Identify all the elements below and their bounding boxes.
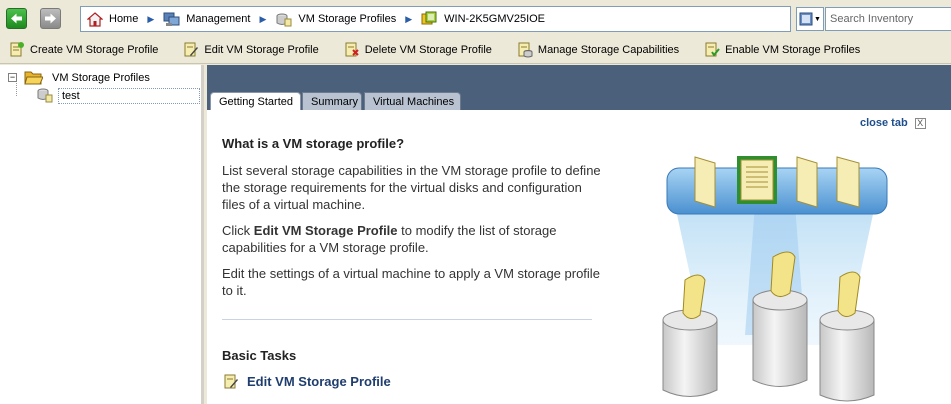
edit-profile-task-link[interactable]: Edit VM Storage Profile [222, 373, 391, 390]
divider [222, 319, 592, 320]
para-text: Click [222, 223, 254, 238]
description-paragraph: Click Edit VM Storage Profile to modify … [222, 222, 602, 256]
search-input[interactable] [825, 7, 951, 31]
create-profile-icon [10, 42, 24, 57]
inventory-search-icon [799, 12, 813, 26]
delete-profile-icon [345, 42, 359, 57]
breadcrumb-label: Home [109, 13, 139, 25]
breadcrumb-label: VM Storage Profiles [298, 13, 397, 25]
basic-tasks-heading: Basic Tasks [222, 348, 297, 363]
tab-summary[interactable]: Summary [302, 92, 362, 110]
toolbar-label: Manage Storage Capabilities [537, 43, 680, 56]
breadcrumb-home[interactable]: Home [87, 11, 139, 27]
chevron-down-icon: ▼ [814, 15, 821, 23]
breadcrumb-server[interactable]: WIN-2K5GMV25IOE [421, 11, 545, 27]
storage-profile-icon [37, 88, 53, 103]
management-icon [163, 12, 180, 26]
close-tab-link[interactable]: close tab X [860, 117, 926, 129]
tree-connector [16, 83, 17, 96]
create-profile-button[interactable]: Create VM Storage Profile [8, 41, 158, 58]
chevron-right-icon: ▶ [259, 13, 267, 24]
toolbar: Create VM Storage Profile Edit VM Storag… [0, 36, 951, 64]
breadcrumb-vm-storage-profiles[interactable]: VM Storage Profiles [275, 12, 396, 27]
description-paragraph: Edit the settings of a virtual machine t… [222, 266, 600, 298]
manage-capabilities-button[interactable]: Manage Storage Capabilities [516, 41, 679, 58]
search-scope-dropdown[interactable]: ▼ [796, 7, 824, 31]
arrow-left-icon [11, 13, 22, 24]
datastore-icon [662, 309, 718, 397]
enable-profiles-icon [705, 42, 720, 57]
chevron-right-icon: ▶ [405, 13, 413, 24]
description-paragraph: List several storage capabilities in the… [222, 163, 601, 212]
toolbar-label: Create VM Storage Profile [30, 43, 159, 56]
tree-item-vm-storage-profiles[interactable]: VM Storage Profiles [24, 69, 150, 86]
tree-item-label: test [58, 87, 200, 104]
tab-virtual-machines[interactable]: Virtual Machines [364, 92, 461, 110]
navigation-bar: Home ▶ Management ▶ VM Storage Profiles … [0, 0, 951, 36]
arrow-right-icon [45, 13, 56, 24]
inventory-tree-pane [0, 65, 204, 404]
tab-strip: Getting Started Summary Virtual Machines [207, 65, 951, 110]
delete-profile-button[interactable]: Delete VM Storage Profile [343, 41, 492, 58]
storage-profiles-icon [276, 13, 292, 26]
edit-profile-icon [224, 374, 238, 389]
toolbar-label: Delete VM Storage Profile [364, 43, 492, 56]
breadcrumb-label: Management [186, 13, 251, 25]
folder-open-icon [24, 71, 43, 85]
task-label: Edit VM Storage Profile [247, 374, 391, 389]
content-pane: Getting Started Summary Virtual Machines… [207, 65, 951, 404]
vcenter-server-icon [421, 11, 437, 25]
datastore-icon [752, 289, 808, 387]
edit-profile-icon [184, 42, 199, 57]
breadcrumb: Home ▶ Management ▶ VM Storage Profiles … [80, 6, 791, 32]
para-bold-text: Edit VM Storage Profile [253, 223, 398, 238]
chevron-right-icon: ▶ [147, 13, 155, 24]
close-tab-label: close tab [860, 117, 908, 129]
close-icon: X [914, 117, 926, 129]
page-title: What is a VM storage profile? [222, 136, 405, 151]
datastore-icon [819, 309, 875, 402]
tree-item-test[interactable]: test [36, 87, 200, 104]
breadcrumb-management[interactable]: Management [163, 12, 250, 27]
forward-button[interactable] [40, 8, 61, 29]
manage-capabilities-icon [518, 42, 533, 58]
toolbar-label: Enable VM Storage Profiles [725, 43, 861, 56]
home-icon [87, 11, 103, 27]
tree-item-label: VM Storage Profiles [52, 71, 150, 84]
toolbar-label: Edit VM Storage Profile [204, 43, 319, 56]
breadcrumb-label: WIN-2K5GMV25IOE [444, 13, 546, 25]
tab-getting-started[interactable]: Getting Started [210, 92, 301, 110]
back-button[interactable] [6, 8, 27, 29]
enable-profiles-button[interactable]: Enable VM Storage Profiles [703, 41, 860, 58]
edit-profile-button[interactable]: Edit VM Storage Profile [182, 41, 319, 58]
tree-collapse-toggle[interactable]: − [8, 73, 17, 82]
storage-profile-illustration [662, 156, 888, 402]
